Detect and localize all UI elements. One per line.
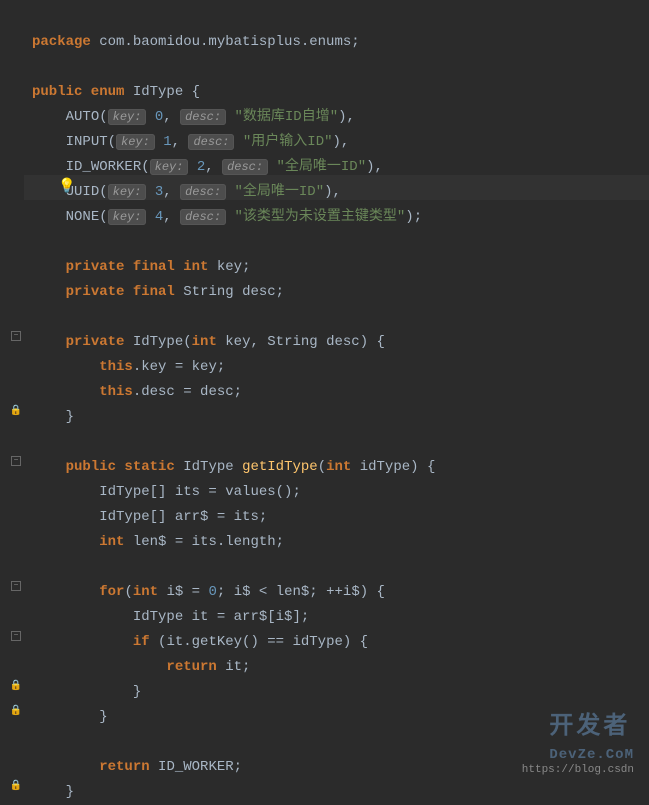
code-line[interactable] <box>32 430 649 455</box>
code-line[interactable] <box>32 555 649 580</box>
code-line[interactable]: AUTO(key: 0, desc: "数据库ID自增"), <box>32 105 649 130</box>
code-line[interactable]: this.desc = desc; <box>32 380 649 405</box>
fold-icon[interactable]: − <box>10 455 22 467</box>
lock-icon: 🔒 <box>10 780 22 792</box>
code-line[interactable]: public static IdType getIdType(int idTyp… <box>32 455 649 480</box>
code-line[interactable]: ID_WORKER(key: 2, desc: "全局唯一ID"), <box>32 155 649 180</box>
code-line[interactable]: IdType[] its = values(); <box>32 480 649 505</box>
code-line[interactable] <box>32 305 649 330</box>
code-line[interactable]: private final int key; <box>32 255 649 280</box>
code-line[interactable]: private IdType(int key, String desc) { <box>32 330 649 355</box>
code-line[interactable]: this.key = key; <box>32 355 649 380</box>
code-line[interactable] <box>32 55 649 80</box>
code-line[interactable]: } <box>32 405 649 430</box>
editor-gutter: − 🔒 − − − 🔒 🔒 🔒 <box>0 0 24 793</box>
code-line[interactable]: if (it.getKey() == idType) { <box>32 630 649 655</box>
code-editor[interactable]: 💡 package com.baomidou.mybatisplus.enums… <box>24 0 649 793</box>
code-line[interactable]: IdType[] arr$ = its; <box>32 505 649 530</box>
fold-icon[interactable]: − <box>10 580 22 592</box>
code-line[interactable]: package com.baomidou.mybatisplus.enums; <box>32 30 649 55</box>
code-line[interactable] <box>32 230 649 255</box>
code-line[interactable]: public enum IdType { <box>32 80 649 105</box>
code-line[interactable]: int len$ = its.length; <box>32 530 649 555</box>
code-line[interactable]: private final String desc; <box>32 280 649 305</box>
lock-icon: 🔒 <box>10 705 22 717</box>
fold-icon[interactable]: − <box>10 630 22 642</box>
fold-icon[interactable]: − <box>10 330 22 342</box>
code-line[interactable]: return it; <box>32 655 649 680</box>
code-line[interactable]: IdType it = arr$[i$]; <box>32 605 649 630</box>
watermark-url: https://blog.csdn <box>522 758 634 783</box>
code-line[interactable]: } <box>32 680 649 705</box>
lock-icon: 🔒 <box>10 405 22 417</box>
code-line[interactable]: NONE(key: 4, desc: "该类型为未设置主键类型"); <box>32 205 649 230</box>
code-line[interactable]: UUID(key: 3, desc: "全局唯一ID"), <box>32 180 649 205</box>
intention-bulb-icon[interactable]: 💡 <box>58 175 75 200</box>
code-line[interactable]: for(int i$ = 0; i$ < len$; ++i$) { <box>32 580 649 605</box>
code-line[interactable]: INPUT(key: 1, desc: "用户输入ID"), <box>32 130 649 155</box>
lock-icon: 🔒 <box>10 680 22 692</box>
